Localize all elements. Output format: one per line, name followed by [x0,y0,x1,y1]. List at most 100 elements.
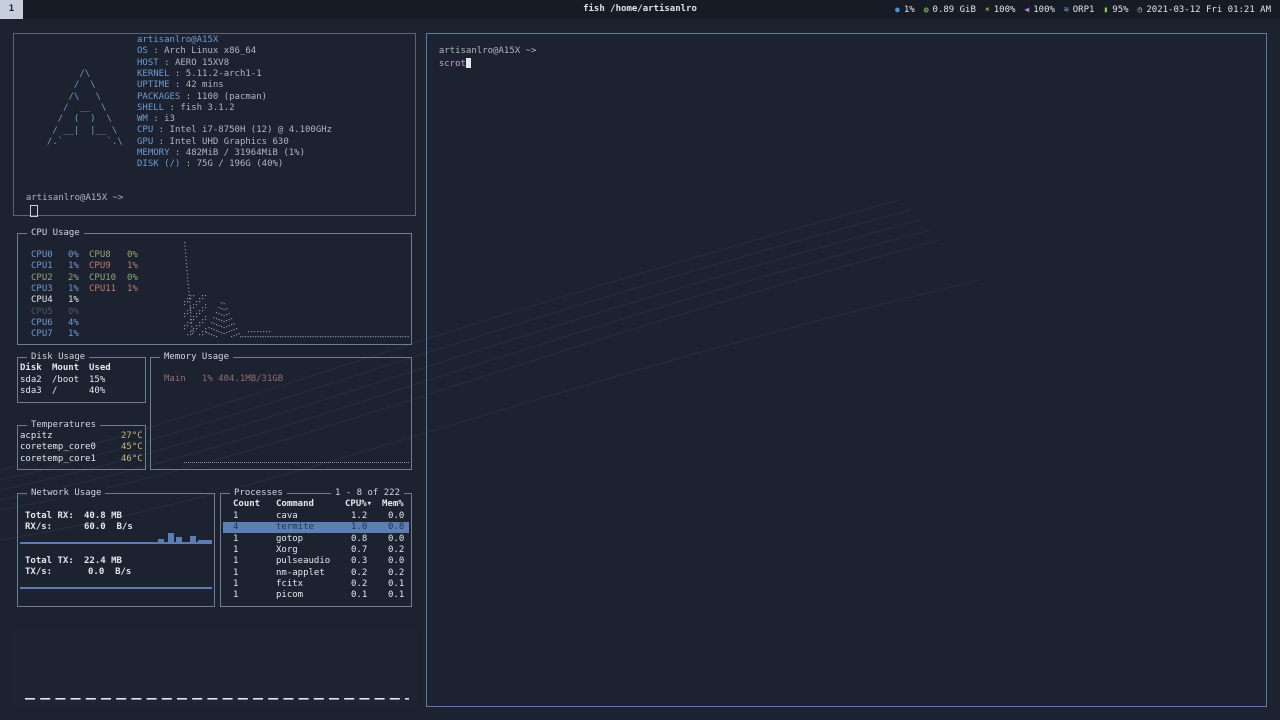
main-terminal[interactable] [426,33,1267,707]
status-item[interactable]: ≋ ORP1 [1064,5,1095,15]
process-cell: 0.0 [388,556,405,567]
process-row[interactable]: 4 termite 1.0 0.8 [223,522,409,534]
tx-total-label: Total TX: [25,556,74,566]
status-item[interactable]: ◀ 100% [1024,5,1055,15]
process-cell: 0.2 [388,544,405,555]
cpu-graph-dot [387,336,389,338]
cpu-graph-dot [330,336,332,338]
info-line: DISK (/) : 75G / 196G (40%) [137,159,283,170]
info-key: OS [137,46,148,57]
cpu-graph-dot [191,333,193,335]
info-line: GPU : Intel UHD Graphics 630 [137,137,289,148]
terminal-command[interactable]: scrot [439,59,466,69]
process-header[interactable]: CPU%▾ [345,499,372,510]
cpu-graph-dot [193,316,195,318]
cpu-graph-dot [208,327,210,329]
cpu-graph-dot [254,331,256,333]
info-line: UPTIME : 42 mins [137,80,224,91]
cava-bar [177,698,187,700]
cpu-percent: 4% [68,317,79,328]
terminal-prompt-line: artisanlro@A15X ~> scrot [438,46,537,69]
cpu-graph-dot [213,317,215,319]
process-row[interactable]: 1 cava 1.2 0.0 [223,511,409,522]
status-item[interactable]: ◷ 2021-03-12 Fri 01:21 AM [1138,5,1271,15]
process-header[interactable]: Count [233,499,260,510]
cpu-graph-dot [236,334,238,336]
cpu-graph-dot [187,287,190,289]
cava-bar [222,698,233,700]
process-row[interactable]: 1 nm-applet 0.2 0.2 [223,568,409,579]
cpu-graph-dot [187,301,189,303]
process-header[interactable]: Command [276,499,314,510]
cpu-graph-dot [187,322,189,324]
tx-total-value: 22.4 MB [84,556,122,566]
logo-line: / __ \ [36,102,107,113]
process-header[interactable]: Mem% [382,499,404,510]
cpu-graph-dot [205,304,207,306]
cpu-label: CPU8 [89,250,111,260]
cpu-graph-dot [305,336,307,338]
process-row[interactable]: 1 Xorg 0.7 0.2 [223,545,409,556]
process-row[interactable]: 1 pulseaudio 0.3 0.0 [223,556,409,567]
cpu-graph-dot [184,316,186,318]
cpu-graph-dot [185,263,188,265]
process-row[interactable]: 1 picom 0.1 0.1 [223,590,409,601]
clock-icon: ◷ [1137,5,1143,14]
cpu-percent: 0% [127,250,138,260]
processes-range: 1 - 8 of 222 [331,487,405,499]
cpu-graph-dot [196,325,198,327]
battery-icon: ▮ [1103,5,1109,14]
cpu-graph-dot [322,336,324,338]
cpu-graph-dot [405,336,407,338]
cpu-graph-dot [228,319,230,321]
cpu-graph-dot [257,336,259,338]
cpu-graph-dot [380,336,382,338]
cava-bar [374,698,385,700]
info-line: WM : i3 [137,114,175,125]
process-row[interactable]: 1 gotop 0.8 0.0 [223,534,409,545]
process-cell: Xorg [276,544,298,555]
process-cell: 0.2 [351,567,368,578]
cpu-graph-dot [190,315,192,317]
status-item[interactable]: ▮ 95% [1103,5,1128,15]
cpu-label: CPU11 [89,283,117,294]
cpu-graph-dot [263,331,265,333]
cpu-graph-dot [347,336,349,338]
cpu-label: CPU5 [31,306,53,317]
cpu-label: CPU10 [89,272,117,283]
process-row[interactable]: 1 fcitx 0.2 0.1 [223,579,409,590]
cava-bar [313,698,324,700]
cpu-graph-dot [221,314,223,316]
cpu-graph-dot [193,328,195,330]
status-item[interactable]: ● 1% [895,5,915,15]
process-cell: 1.0 [351,522,368,533]
temp-sensor: coretemp_core0 [20,442,96,453]
cpu-graph-dot [184,242,186,244]
cpu-graph-dot [367,336,369,338]
cpu-usage-title: CPU Usage [27,227,84,239]
info-key: KERNEL [137,68,170,79]
cpu-graph-dot [205,307,207,309]
cpu-graph-dot [320,336,322,338]
cpu-graph-dot [257,331,259,333]
process-cell: 1.2 [351,511,368,521]
cpu-graph-dot [355,336,357,338]
cpu-graph-dot [248,331,250,333]
cava-bar [359,698,370,700]
status-item[interactable]: ☀ 100% [985,5,1016,15]
logo-line: /.` `.\ [36,136,123,147]
status-item[interactable]: ◍ 0.89 GiB [924,5,976,15]
memory-main-label: Main 1% 404.1MB/31GB [164,374,284,384]
temp-value: 45°C [121,442,143,453]
process-cell: nm-applet [276,567,325,578]
info-separator: : [169,68,186,79]
cpu-graph-dot [184,325,186,327]
cpu-graph-dot [231,330,233,332]
info-separator: : [164,102,181,113]
cpu-graph-dot [199,298,201,300]
info-key: HOST [137,57,159,68]
temp-sensor: coretemp_core1 [20,453,96,464]
cpu-graph-dot [392,336,394,338]
disk-header: Disk [20,363,42,373]
cpu-graph-dot [250,336,252,338]
